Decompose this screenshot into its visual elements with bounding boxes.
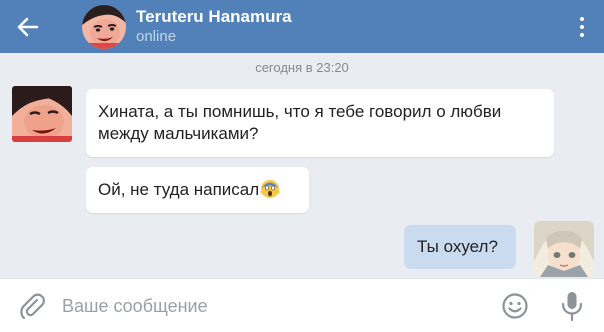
- attach-button[interactable]: [18, 292, 46, 320]
- chat-header: Teruteru Hanamura online: [0, 0, 604, 53]
- message-text: Хината, а ты помнишь, что я тебе говорил…: [98, 102, 502, 143]
- contact-name: Teruteru Hanamura: [136, 6, 292, 26]
- message-composer: [0, 278, 604, 332]
- message-bubble-incoming[interactable]: Хината, а ты помнишь, что я тебе говорил…: [86, 89, 554, 157]
- message-bubble-outgoing[interactable]: Ты охуел?: [404, 225, 516, 269]
- microphone-icon: [561, 292, 583, 322]
- back-arrow-icon: [17, 17, 39, 36]
- own-avatar[interactable]: [534, 221, 594, 277]
- message-bubble-incoming[interactable]: Ой, не туда написал: [86, 167, 309, 213]
- message-input[interactable]: [62, 289, 482, 323]
- more-vertical-icon: [580, 17, 584, 21]
- smiley-icon: [502, 293, 528, 319]
- contact-info[interactable]: Teruteru Hanamura online: [136, 7, 292, 47]
- more-options-button[interactable]: [574, 14, 590, 40]
- back-button[interactable]: [0, 0, 56, 53]
- voice-message-button[interactable]: [560, 290, 584, 322]
- message-text: Ой, не туда написал: [98, 180, 260, 199]
- contact-status: online: [136, 27, 177, 45]
- paperclip-icon: [20, 293, 45, 320]
- message-text: Ты охуел?: [417, 237, 498, 256]
- screaming-face-emoji-icon: [260, 179, 281, 199]
- contact-avatar[interactable]: [82, 4, 126, 49]
- date-separator: сегодня в 23:20: [255, 60, 349, 75]
- sender-avatar[interactable]: [12, 86, 72, 142]
- emoji-button[interactable]: [501, 292, 529, 320]
